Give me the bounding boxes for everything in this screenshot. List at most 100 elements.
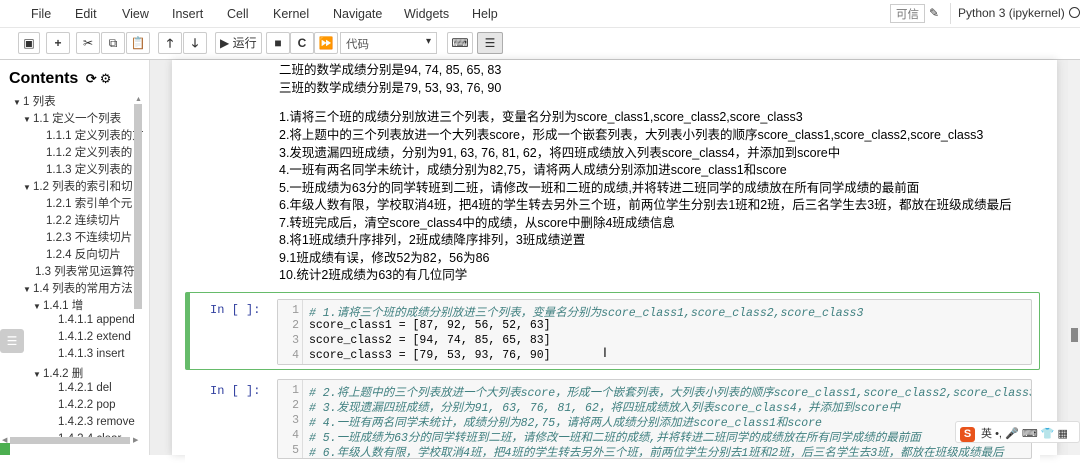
skin-icon[interactable]: 👕: [1041, 428, 1055, 440]
cell-type-select[interactable]: 代码 ▾: [340, 32, 437, 54]
paste-button[interactable]: 📋: [126, 32, 150, 54]
refresh-icon: C: [297, 36, 307, 50]
punctuation-icon[interactable]: •,: [995, 428, 1002, 440]
menubar: File Edit View Insert Cell Kernel Naviga…: [0, 0, 1080, 28]
toc-item[interactable]: 1.2.1 索引单个元: [46, 195, 132, 211]
toc-toggle-button[interactable]: ☰: [477, 32, 503, 54]
cut-button[interactable]: ✂: [76, 32, 100, 54]
toc-horizontal-scrollbar[interactable]: [10, 437, 130, 444]
trusted-indicator[interactable]: 可信: [890, 4, 925, 23]
scroll-right-icon[interactable]: ▶: [133, 436, 138, 444]
toc-item[interactable]: ▼ 1 列表: [13, 93, 56, 109]
run-button[interactable]: ▶ 运行: [215, 32, 262, 54]
side-panel-button[interactable]: ☰: [0, 329, 24, 353]
markdown-line: 4.一班有两名同学未统计，成绩分别为82,75，请将两人成绩分别添加进score…: [279, 163, 787, 177]
caret-down-icon: ▼: [13, 98, 21, 107]
toc-item[interactable]: 1.2.2 连续切片: [46, 212, 121, 228]
microphone-icon[interactable]: 🎤: [1005, 428, 1019, 440]
interrupt-button[interactable]: ■: [266, 32, 290, 54]
toc-item[interactable]: 1.2.4 反向切片: [46, 246, 121, 262]
toc-item[interactable]: ▼ 1.2 列表的索引和切: [23, 178, 133, 194]
cell-prompt: In [ ]:: [210, 303, 261, 317]
toc-item[interactable]: ▼ 1.4.1 增: [33, 297, 83, 313]
grid-icon[interactable]: ▦: [1058, 428, 1068, 440]
code-line: # 5.一班成绩为63分的同学转班到二班，请修改一班和二班的成绩,并将转进二班同…: [309, 432, 921, 445]
arrow-up-icon: 🡑: [166, 36, 174, 50]
menu-navigate[interactable]: Navigate: [333, 7, 382, 21]
toc-sidebar: Contents ⟳ ⚙ ▼ 1 列表 ▼ 1.1 定义一个列表 1.1.1 定义列表…: [0, 60, 150, 455]
menu-help[interactable]: Help: [472, 7, 498, 21]
markdown-line: 1.请将三个班的成绩分别放进三个列表，变量名分别为score_class1,sc…: [279, 110, 803, 124]
menu-edit[interactable]: Edit: [75, 7, 97, 21]
page-scrollbar[interactable]: [1068, 60, 1080, 455]
page-scrollbar-thumb[interactable]: [1071, 328, 1078, 342]
markdown-line: 二班的数学成绩分别是94, 74, 85, 65, 83: [279, 63, 502, 77]
toc-item[interactable]: 1.4.1.2 extend: [58, 331, 131, 343]
pencil-icon[interactable]: ✎: [929, 6, 939, 20]
restart-button[interactable]: C: [290, 32, 314, 54]
code-line: score_class3 = [79, 53, 93, 76, 90]: [309, 349, 551, 362]
toc-item-label: 1.4.1.1 append: [58, 314, 135, 326]
toc-item-label: 1.2 列表的索引和切: [33, 181, 133, 193]
scroll-up-icon[interactable]: ▲: [135, 96, 142, 103]
menu-kernel[interactable]: Kernel: [273, 7, 309, 21]
keyboard-icon[interactable]: ⌨: [1022, 428, 1038, 440]
menu-cell[interactable]: Cell: [227, 7, 249, 21]
toc-item[interactable]: 1.4.2.3 remove: [58, 416, 135, 428]
toc-item[interactable]: 1.3 列表常见运算符: [35, 263, 135, 279]
ime-language[interactable]: 英: [981, 428, 992, 440]
toc-item[interactable]: 1.4.2.1 del: [58, 382, 112, 394]
toc-item[interactable]: 1.1.3 定义列表的: [46, 161, 132, 177]
restart-run-all-button[interactable]: ⏩: [314, 32, 338, 54]
code-editor[interactable]: 1 2 3 4 5 # 2.将上题中的三个列表放进一个大列表score，形成一个…: [277, 379, 1032, 459]
toc-item-label: 1.1.1 定义列表的方: [46, 130, 144, 142]
code-line: # 1.请将三个班的成绩分别放进三个列表，变量名分别为score_class1,…: [309, 307, 864, 320]
caret-down-icon: ▼: [33, 302, 41, 311]
menu-insert[interactable]: Insert: [172, 7, 203, 21]
gear-icon[interactable]: ⚙: [100, 71, 112, 86]
insert-cell-button[interactable]: +: [46, 32, 70, 54]
code-line: score_class1 = [87, 92, 56, 52, 63]: [309, 319, 551, 332]
menu-view[interactable]: View: [122, 7, 149, 21]
list-icon: ☰: [484, 36, 496, 50]
toc-item[interactable]: ▼ 1.1 定义一个列表: [23, 110, 121, 126]
menu-widgets[interactable]: Widgets: [404, 7, 449, 21]
toc-item-label: 1 列表: [23, 96, 56, 108]
toc-item-label: 1.3 列表常见运算符: [35, 266, 135, 278]
toc-item-label: 1.4.1 增: [43, 300, 84, 312]
save-button[interactable]: ▣: [18, 32, 40, 54]
toc-item-label: 1.1 定义一个列表: [33, 113, 122, 125]
line-number: 2: [292, 319, 299, 332]
copy-button[interactable]: ⧉: [101, 32, 125, 54]
caret-down-icon: ▼: [23, 115, 31, 124]
menu-file[interactable]: File: [31, 7, 51, 21]
markdown-line: 10.统计2班成绩为63的有几位同学: [279, 268, 468, 282]
line-number: 2: [292, 399, 299, 412]
toc-item[interactable]: 1.1.2 定义列表的: [46, 144, 132, 160]
markdown-line: 三班的数学成绩分别是79, 53, 93, 76, 90: [279, 81, 502, 95]
toc-item[interactable]: 1.4.1.1 append: [58, 314, 135, 326]
code-line: # 4.一班有两名同学未统计，成绩分别为82,75，请将两人成绩分别添加进sco…: [309, 417, 822, 430]
toc-item-label: 1.4.2.2 pop: [58, 399, 116, 411]
move-down-button[interactable]: 🡓: [183, 32, 207, 54]
toc-item-label: 1.4.2 删: [43, 368, 84, 380]
code-editor[interactable]: 1 2 3 4 # 1.请将三个班的成绩分别放进三个列表，变量名分别为score…: [277, 299, 1032, 365]
toc-item[interactable]: 1.4.2.2 pop: [58, 399, 116, 411]
toc-item[interactable]: 1.1.1 定义列表的方: [46, 127, 144, 143]
caret-down-icon: ▼: [33, 370, 41, 379]
toc-item[interactable]: ▼ 1.4.2 删: [33, 365, 83, 381]
toc-scrollbar[interactable]: [134, 104, 142, 309]
toc-item[interactable]: ▼ 1.4 列表的常用方法: [23, 280, 133, 296]
toc-item[interactable]: 1.2.3 不连续切片: [46, 229, 132, 245]
refresh-icon[interactable]: ⟳: [86, 71, 97, 86]
run-label: 运行: [232, 36, 257, 50]
toc-item-label: 1.4 列表的常用方法: [33, 283, 133, 295]
ime-toolbar[interactable]: S英 •, 🎤 ⌨ 👕 ▦: [955, 421, 1080, 443]
markdown-line: 6.年级人数有限，学校取消4班，把4班的学生转去另外三个班，前两位学生分别去1班…: [279, 198, 1012, 212]
toc-item-label: 1.2.2 连续切片: [46, 215, 121, 227]
toc-item-label: 1.4.2.1 del: [58, 382, 112, 394]
copy-icon: ⧉: [108, 36, 118, 50]
toc-item[interactable]: 1.4.1.3 insert: [58, 348, 124, 360]
command-palette-button[interactable]: ⌨: [447, 32, 473, 54]
move-up-button[interactable]: 🡑: [158, 32, 182, 54]
